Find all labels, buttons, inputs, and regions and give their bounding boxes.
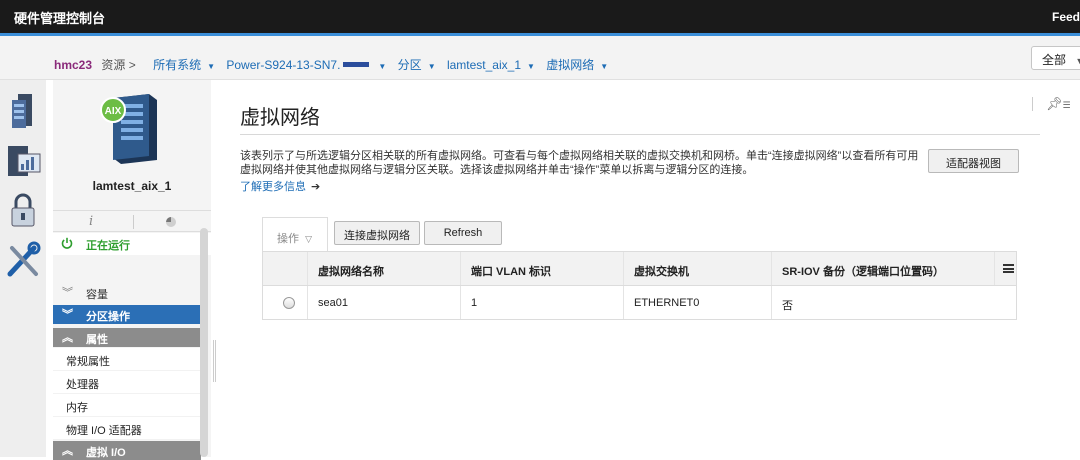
arrow-right-icon: ➔ [311,181,321,193]
section-properties[interactable]: ︽ 属性 [53,328,201,347]
page-description: 该表列示了与所选逻辑分区相关联的所有虚拟网络。可查看与每个虚拟网络相关联的虚拟交… [240,150,919,176]
chevron-down-icon[interactable]: ▼ [378,62,386,71]
partition-name: lamtest_aix_1 [92,179,172,193]
breadcrumb-resources[interactable]: 资源 > [101,58,135,72]
chevron-down-icon[interactable]: ▼ [428,62,436,71]
chevron-down-icon[interactable]: ▼ [527,62,535,71]
connect-virtual-network-button[interactable]: 连接虚拟网络 [334,221,420,245]
performance-monitor-icon[interactable] [4,140,42,180]
scope-value: 全部 [1042,53,1067,67]
table-row[interactable]: sea01 1 ETHERNET0 否 [263,286,1016,319]
page-title: 虚拟网络 [240,107,320,129]
panel-toolbar: i [53,210,211,232]
actions-menu[interactable]: 操作 ▽ [262,217,328,251]
chevron-down-icon: ︾ [62,309,73,321]
top-bar: 硬件管理控制台 Feed [0,0,1080,33]
redacted-serial [343,62,370,68]
column-header-sriov-backup[interactable]: SR-IOV 备份（逻辑端口位置码） [771,252,994,285]
chevron-down-icon: ▽ [305,234,312,244]
breadcrumb: hmc23 资源 > 所有系统 ▼ Power-S924-13-SN7. ▼ 分区 ▼… [54,56,616,73]
column-header-vlan-id[interactable]: 端口 VLAN 标识 [460,252,623,285]
actions-menu-label: 操作 [277,233,299,245]
row-radio-button[interactable] [283,297,295,309]
cell-sriov-backup: 否 [771,286,1017,319]
toolbar-divider [1032,97,1033,111]
partition-status: 正在运行 [53,233,211,255]
section-virtual-io[interactable]: ︽ 虚拟 I/O [53,441,201,460]
service-tools-icon[interactable] [4,240,42,280]
panel-splitter-handle[interactable] [213,340,216,382]
menu-item-general-properties[interactable]: 常规属性 [53,348,201,371]
select-column-header [263,252,307,285]
feedback-link[interactable]: Feed [1052,10,1080,24]
learn-more-label: 了解更多信息 [240,181,306,193]
menu-item-physical-io-adapters[interactable]: 物理 I/O 适配器 [53,417,201,440]
cell-vswitch: ETHERNET0 [623,286,771,319]
section-properties-label: 属性 [86,334,108,346]
chevron-down-icon[interactable]: ▼ [207,62,215,71]
section-virtual-io-label: 虚拟 I/O [86,447,126,459]
refresh-button[interactable]: Refresh [424,221,502,245]
info-icon[interactable]: i [89,214,93,229]
breadcrumb-partition[interactable]: 分区 [398,58,422,72]
main-content: 虚拟网络 📌︎☰ 该表列示了与所选逻辑分区相关联的所有虚拟网络。可查看与每个虚拟… [222,80,1080,457]
section-partition-actions-label: 分区操作 [86,311,130,323]
pin-icon[interactable]: 📌︎☰ [1046,96,1071,112]
aix-server-icon: AIX [100,94,157,164]
row-select-cell [263,286,307,319]
app-title: 硬件管理控制台 [14,11,106,26]
section-capacity[interactable]: ︾ 容量 [53,283,201,302]
breadcrumb-system-suffix: . [337,58,341,72]
capacity-pie-icon[interactable] [166,217,176,227]
security-lock-icon[interactable] [4,190,42,230]
breadcrumb-lpar[interactable]: lamtest_aix_1 [447,58,521,72]
toolbar-divider [133,215,134,229]
status-text: 正在运行 [86,240,130,252]
partition-side-panel: AIX lamtest_aix_1 i 正在运行 ︾ 容量 ︾ 分区操作 ︽ 属… [53,80,211,460]
adapter-view-button[interactable]: 适配器视图 [928,149,1019,173]
table-header: 虚拟网络名称 端口 VLAN 标识 虚拟交换机 SR-IOV 备份（逻辑端口位置… [263,252,1016,286]
breadcrumb-current[interactable]: 虚拟网络 [546,58,594,72]
server-icon[interactable] [4,90,42,130]
section-partition-actions[interactable]: ︾ 分区操作 [53,305,201,324]
breadcrumb-bar: hmc23 资源 > 所有系统 ▼ Power-S924-13-SN7. ▼ 分区 ▼… [0,36,1080,80]
table-menu-icon[interactable] [1003,264,1014,273]
cell-network-name: sea01 [307,286,460,319]
menu-item-memory[interactable]: 内存 [53,394,201,417]
power-icon [61,237,73,249]
learn-more-link[interactable]: 了解更多信息 ➔ [240,178,320,194]
left-nav-rail [0,80,46,457]
menu-item-processors[interactable]: 处理器 [53,371,201,394]
chevron-down-icon: ︾ [62,287,73,299]
breadcrumb-system-prefix: Power-S924-13-SN7 [226,58,338,72]
panel-scrollbar[interactable] [200,228,208,457]
section-capacity-label: 容量 [86,289,108,301]
breadcrumb-all-systems[interactable]: 所有系统 [153,58,201,72]
chevron-up-icon: ︽ [62,445,73,457]
chevron-down-icon[interactable]: ▼ [600,62,608,71]
chevron-down-icon: ▼ [1075,56,1080,66]
scope-select[interactable]: 全部 ▼ [1031,46,1080,70]
breadcrumb-host[interactable]: hmc23 [54,58,92,72]
column-header-vswitch[interactable]: 虚拟交换机 [623,252,771,285]
title-divider [240,134,1040,135]
aix-badge: AIX [105,106,122,117]
breadcrumb-system[interactable]: Power-S924-13-SN7. [226,58,372,72]
cell-vlan-id: 1 [460,286,623,319]
chevron-up-icon: ︽ [62,332,73,344]
column-header-network-name[interactable]: 虚拟网络名称 [307,252,460,285]
virtual-network-table: 虚拟网络名称 端口 VLAN 标识 虚拟交换机 SR-IOV 备份（逻辑端口位置… [262,251,1017,320]
